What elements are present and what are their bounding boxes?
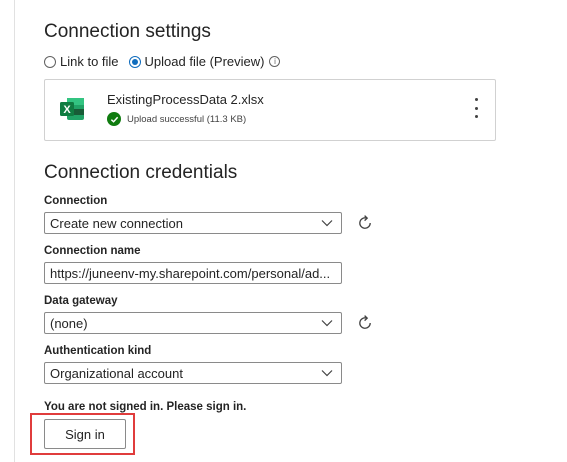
connection-value: Create new connection	[50, 215, 183, 231]
upload-file-radio[interactable]	[128, 55, 141, 68]
authentication-kind-label: Authentication kind	[44, 345, 152, 357]
connection-credentials-heading: Connection credentials	[44, 162, 238, 183]
info-icon[interactable]: i	[269, 56, 281, 67]
refresh-icon[interactable]	[356, 314, 374, 332]
upload-status: Upload successful (11.3 KB)	[107, 112, 246, 126]
authentication-kind-dropdown[interactable]: Organizational account	[44, 362, 342, 384]
connection-name-value: https://juneenv-my.sharepoint.com/person…	[50, 265, 331, 281]
left-divider	[14, 0, 15, 462]
svg-text:X: X	[63, 104, 71, 116]
link-to-file-option[interactable]: Link to file	[44, 54, 119, 69]
sign-in-button[interactable]: Sign in	[44, 419, 126, 449]
data-gateway-value: (none)	[50, 315, 88, 331]
data-gateway-dropdown[interactable]: (none)	[44, 312, 342, 334]
link-to-file-label: Link to file	[60, 54, 119, 69]
connection-dropdown[interactable]: Create new connection	[44, 212, 342, 234]
sign-in-message: You are not signed in. Please sign in.	[44, 401, 247, 413]
connection-name-label: Connection name	[44, 245, 141, 257]
check-circle-icon	[107, 112, 121, 126]
refresh-icon[interactable]	[356, 214, 374, 232]
upload-file-label: Upload file (Preview)	[144, 54, 265, 69]
chevron-down-icon	[321, 320, 333, 327]
upload-status-text: Upload successful (11.3 KB)	[127, 113, 247, 125]
uploaded-file-card: X ExistingProcessData 2.xlsx Upload succ…	[44, 79, 496, 141]
connection-name-input[interactable]: https://juneenv-my.sharepoint.com/person…	[44, 262, 342, 284]
upload-file-option[interactable]: Upload file (Preview) i	[128, 54, 281, 69]
chevron-down-icon	[321, 220, 333, 227]
link-to-file-radio[interactable]	[44, 55, 56, 68]
chevron-down-icon	[321, 370, 333, 377]
excel-icon: X	[60, 98, 84, 120]
file-source-radio-group: Link to file Upload file (Preview) i	[44, 54, 290, 69]
data-gateway-label: Data gateway	[44, 295, 118, 307]
more-options-icon[interactable]	[473, 98, 479, 118]
authentication-kind-value: Organizational account	[50, 365, 183, 381]
connection-settings-heading: Connection settings	[44, 21, 211, 42]
file-name: ExistingProcessData 2.xlsx	[107, 92, 264, 107]
connection-label: Connection	[44, 195, 108, 207]
